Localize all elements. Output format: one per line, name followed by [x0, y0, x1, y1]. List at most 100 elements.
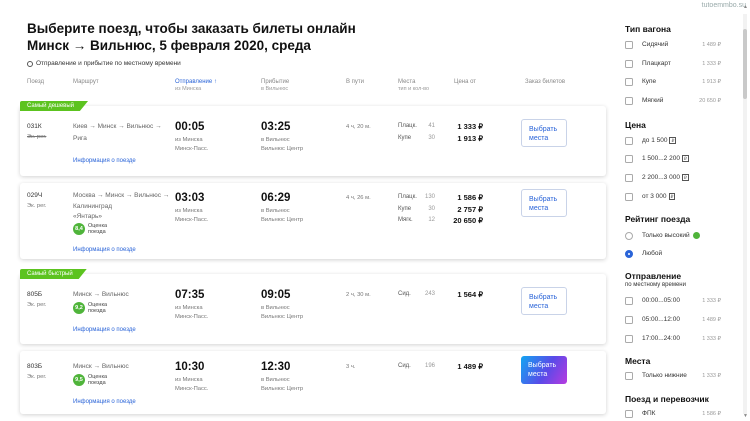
- checkbox[interactable]: [625, 315, 633, 324]
- filter-carrier-title: Поезд и перевозчик: [625, 394, 709, 404]
- col-arrive[interactable]: Прибытие в Вильнюс: [261, 79, 289, 93]
- option-price: 20 650 ₽: [699, 97, 721, 104]
- train-rating: 8,4 Оценка поезда: [73, 223, 118, 235]
- checkbox[interactable]: [625, 136, 633, 145]
- col-depart-sort[interactable]: Отправление ↑ из Минска: [175, 79, 217, 93]
- seat-price: 1 333 ₽: [457, 122, 483, 131]
- duration: 4 ч, 26 м.: [346, 195, 371, 201]
- route-date-subtitle: Минск → Вильнюс, 5 февраля 2020, среда: [27, 38, 311, 53]
- filter-option[interactable]: от 3 000 ₽: [625, 192, 721, 201]
- checkbox[interactable]: [625, 173, 633, 182]
- filter-option[interactable]: Купе 1 913 ₽: [625, 77, 721, 86]
- filter-option[interactable]: 05:00...12:00 1 489 ₽: [625, 315, 721, 324]
- checkbox[interactable]: [625, 371, 633, 380]
- filter-option[interactable]: Только нижние 1 333 ₽: [625, 371, 721, 380]
- arrival-time: 09:05: [261, 289, 291, 301]
- scroll-up-arrow-icon[interactable]: ▲: [743, 4, 748, 10]
- filter-option[interactable]: 17:00...24:00 1 333 ₽: [625, 334, 721, 343]
- option-label: 1 500...2 200: [642, 155, 680, 162]
- checkbox[interactable]: [625, 409, 633, 418]
- option-label: ФПК: [642, 410, 656, 417]
- timezone-note: Отправление и прибытие по местному време…: [27, 60, 181, 67]
- scrollbar[interactable]: [743, 14, 747, 414]
- col-arrive-label[interactable]: Прибытие: [261, 79, 289, 85]
- seat-count: 196: [424, 363, 435, 369]
- scroll-down-arrow-icon[interactable]: ▼: [743, 413, 748, 419]
- seat-class: Сид.: [398, 291, 411, 297]
- train-info-link[interactable]: Информация о поезде: [73, 246, 136, 254]
- scrollbar-thumb[interactable]: [743, 29, 747, 99]
- train-card: 029Ч Эк. рег. Москва → Минск → Вильнюс →…: [20, 183, 606, 259]
- filter-option[interactable]: 1 500...2 200 ₽: [625, 154, 721, 163]
- option-label: Только нижние: [642, 372, 687, 379]
- select-seats-button[interactable]: Выбрать места: [521, 119, 567, 147]
- checkbox[interactable]: [625, 192, 633, 201]
- option-price: 1 586 ₽: [702, 410, 721, 417]
- page-title: Выберите поезд, чтобы заказать билеты он…: [27, 21, 356, 36]
- train-card: 803Б Эк. рег. Минск → Вильнюс 9,5 Оценка…: [20, 351, 606, 414]
- checkbox[interactable]: [625, 334, 633, 343]
- train-class: Эк. рег.: [27, 203, 47, 209]
- filter-option[interactable]: Любой: [625, 249, 721, 258]
- cheapest-tag: Самый дешевый: [20, 101, 89, 111]
- departure-station: Минск-Пасс.: [175, 146, 209, 152]
- duration: 3 ч.: [346, 364, 356, 370]
- train-card: Самый быстрый 805Б Эк. рег. Минск → Виль…: [20, 269, 606, 344]
- departure-station: Минск-Пасс.: [175, 386, 209, 392]
- radio-selected[interactable]: [625, 249, 633, 258]
- option-label: 2 200...3 000: [642, 174, 680, 181]
- checkbox[interactable]: [625, 154, 633, 163]
- col-arrive-sub: в Вильнюс: [261, 86, 289, 92]
- arrival-station: Вильнюс Центр: [261, 146, 304, 152]
- option-price: 1 333 ₽: [702, 372, 721, 379]
- checkbox[interactable]: [625, 296, 633, 305]
- train-class: Эк. рег.: [27, 302, 47, 308]
- arrival-time: 12:30: [261, 361, 291, 373]
- seat-price: 1 564 ₽: [457, 290, 483, 299]
- departure-city: из Минска: [175, 208, 203, 214]
- option-label: 05:00...12:00: [642, 316, 680, 323]
- train-route-line2: Рига: [73, 135, 87, 142]
- train-class: Эк. рег.: [27, 134, 47, 140]
- filter-option[interactable]: Только высокий: [625, 231, 721, 240]
- ruble-icon: ₽: [681, 155, 689, 162]
- fastest-tag: Самый быстрый: [20, 269, 87, 279]
- col-depart-label[interactable]: Отправление ↑: [175, 79, 217, 85]
- filter-option[interactable]: 00:00...05:00 1 333 ₽: [625, 296, 721, 305]
- col-duration[interactable]: В пути: [346, 79, 364, 86]
- clock-icon: [27, 60, 33, 67]
- train-info-link[interactable]: Информация о поезде: [73, 398, 136, 406]
- filter-option[interactable]: Мягкий 20 650 ₽: [625, 96, 721, 105]
- ruble-icon: ₽: [681, 174, 689, 181]
- train-route-line1: Москва → Минск → Вильнюс →: [73, 192, 170, 199]
- filter-option[interactable]: 2 200...3 000 ₽: [625, 173, 721, 182]
- seat-count: 41: [428, 123, 435, 129]
- select-seats-button[interactable]: Выбрать места: [521, 189, 567, 217]
- select-seats-button[interactable]: Выбрать места: [521, 287, 567, 315]
- filter-option[interactable]: до 1 500 ₽: [625, 136, 721, 145]
- checkbox[interactable]: [625, 77, 633, 86]
- filter-option[interactable]: Плацкарт 1 333 ₽: [625, 59, 721, 68]
- checkbox[interactable]: [625, 40, 633, 49]
- high-rating-icon: [692, 232, 700, 239]
- checkbox[interactable]: [625, 96, 633, 105]
- filter-option[interactable]: Сидячий 1 489 ₽: [625, 40, 721, 49]
- option-label: Сидячий: [642, 41, 669, 48]
- option-label: Купе: [642, 78, 657, 85]
- filter-option[interactable]: ФПК 1 586 ₽: [625, 409, 721, 418]
- seat-count: 30: [428, 135, 435, 141]
- col-route: Маршрут: [73, 79, 99, 85]
- checkbox[interactable]: [625, 59, 633, 68]
- ruble-icon: ₽: [668, 193, 676, 200]
- train-class: Эк. рег.: [27, 374, 47, 380]
- train-info-link[interactable]: Информация о поезде: [73, 157, 136, 165]
- filters-sidebar: Тип вагона Сидячий 1 489 ₽ Плацкарт 1 333 …: [625, 0, 740, 421]
- duration: 2 ч, 30 м.: [346, 292, 371, 298]
- select-seats-button[interactable]: Выбрать места: [521, 356, 567, 384]
- option-price: 1 333 ₽: [702, 335, 721, 342]
- col-seats-label: Места: [398, 79, 416, 85]
- train-info-link[interactable]: Информация о поезде: [73, 326, 136, 334]
- col-price[interactable]: Цена от: [454, 79, 476, 86]
- arrival-station: Вильнюс Центр: [261, 386, 304, 392]
- radio[interactable]: [625, 231, 633, 240]
